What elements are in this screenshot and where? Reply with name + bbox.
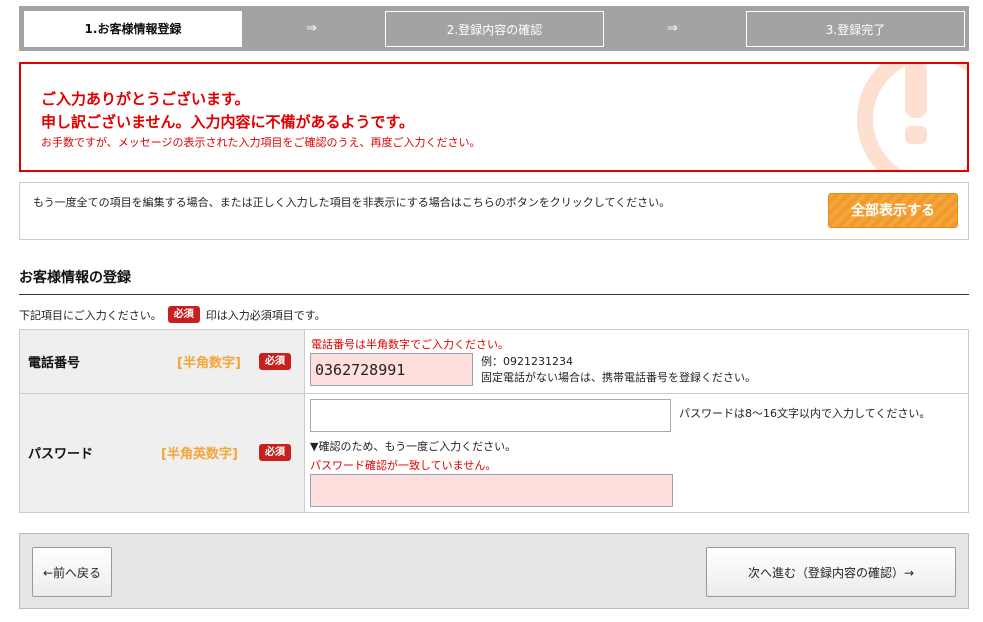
section-divider [19, 294, 969, 295]
phone-input[interactable] [310, 353, 473, 386]
intro-text-after: 印は入力必須項目です。 [205, 308, 326, 322]
section-title: お客様情報の登録 [19, 270, 131, 286]
progress-steps: 1.お客様情報登録 ⇒ 2.登録内容の確認 ⇒ 3.登録完了 [19, 6, 969, 51]
error-instruction: お手数ですが、メッセージの表示された入力項目をご確認のうえ、再度ご入力ください。 [41, 136, 481, 149]
phone-row-header: 電話番号 [半角数字] 必須 [20, 330, 305, 394]
phone-label: 電話番号 [28, 356, 81, 371]
password-confirm-label: ▼確認のため、もう一度ご入力ください。 [310, 440, 517, 453]
phone-example: 例：0921231234 [481, 355, 573, 368]
show-all-button[interactable]: 全部表示する [828, 193, 958, 228]
phone-format-hint: [半角数字] [177, 356, 241, 371]
phone-error-message: 電話番号は半角数字でご入力ください。 [311, 338, 509, 351]
password-format-hint: [半角英数字] [161, 447, 238, 462]
password-confirm-error: パスワード確認が一致していません。 [310, 459, 497, 472]
customer-form: 電話番号 [半角数字] 必須 電話番号は半角数字でご入力ください。 例：0921… [19, 329, 969, 513]
step-1-customer-info: 1.お客様情報登録 [24, 11, 242, 47]
step-arrow-icon: ⇒ [306, 21, 317, 36]
notice-text: もう一度全ての項目を編集する場合、または正しく入力した項目を非表示にする場合はこ… [33, 196, 671, 209]
required-intro: 下記項目にご入力ください。 必須 印は入力必須項目です。 [19, 306, 326, 323]
error-headline: 申し訳ございません。入力内容に不備があるようです。 [41, 113, 415, 131]
password-length-note: パスワードは8〜16文字以内で入力してください。 [679, 407, 931, 420]
intro-text: 下記項目にご入力ください。 [19, 308, 162, 322]
step-3-complete: 3.登録完了 [746, 11, 965, 47]
step-arrow-icon: ⇒ [667, 21, 678, 36]
form-navigation-bar: ←前へ戻る 次へ進む（登録内容の確認）→ [19, 533, 969, 609]
phone-note: 固定電話がない場合は、携帯電話番号を登録ください。 [481, 371, 756, 384]
password-row-body: パスワードは8〜16文字以内で入力してください。 ▼確認のため、もう一度ご入力く… [305, 394, 968, 512]
phone-row-body: 電話番号は半角数字でご入力ください。 例：0921231234 固定電話がない場… [305, 330, 968, 394]
password-required-badge: 必須 [259, 444, 291, 461]
error-thanks-text: ご入力ありがとうございます。 [41, 90, 250, 108]
required-badge: 必須 [167, 306, 200, 323]
back-button[interactable]: ←前へ戻る [32, 547, 112, 597]
password-label: パスワード [28, 447, 94, 462]
next-confirm-button[interactable]: 次へ進む（登録内容の確認）→ [706, 547, 956, 597]
password-row-header: パスワード [半角英数字] 必須 [20, 394, 305, 512]
step-2-confirm: 2.登録内容の確認 [385, 11, 604, 47]
error-message-box: ご入力ありがとうございます。 申し訳ございません。入力内容に不備があるようです。… [19, 62, 969, 172]
password-input[interactable] [310, 399, 671, 432]
password-confirm-input[interactable] [310, 474, 673, 507]
show-all-notice: もう一度全ての項目を編集する場合、または正しく入力した項目を非表示にする場合はこ… [19, 182, 969, 240]
phone-required-badge: 必須 [259, 353, 291, 370]
